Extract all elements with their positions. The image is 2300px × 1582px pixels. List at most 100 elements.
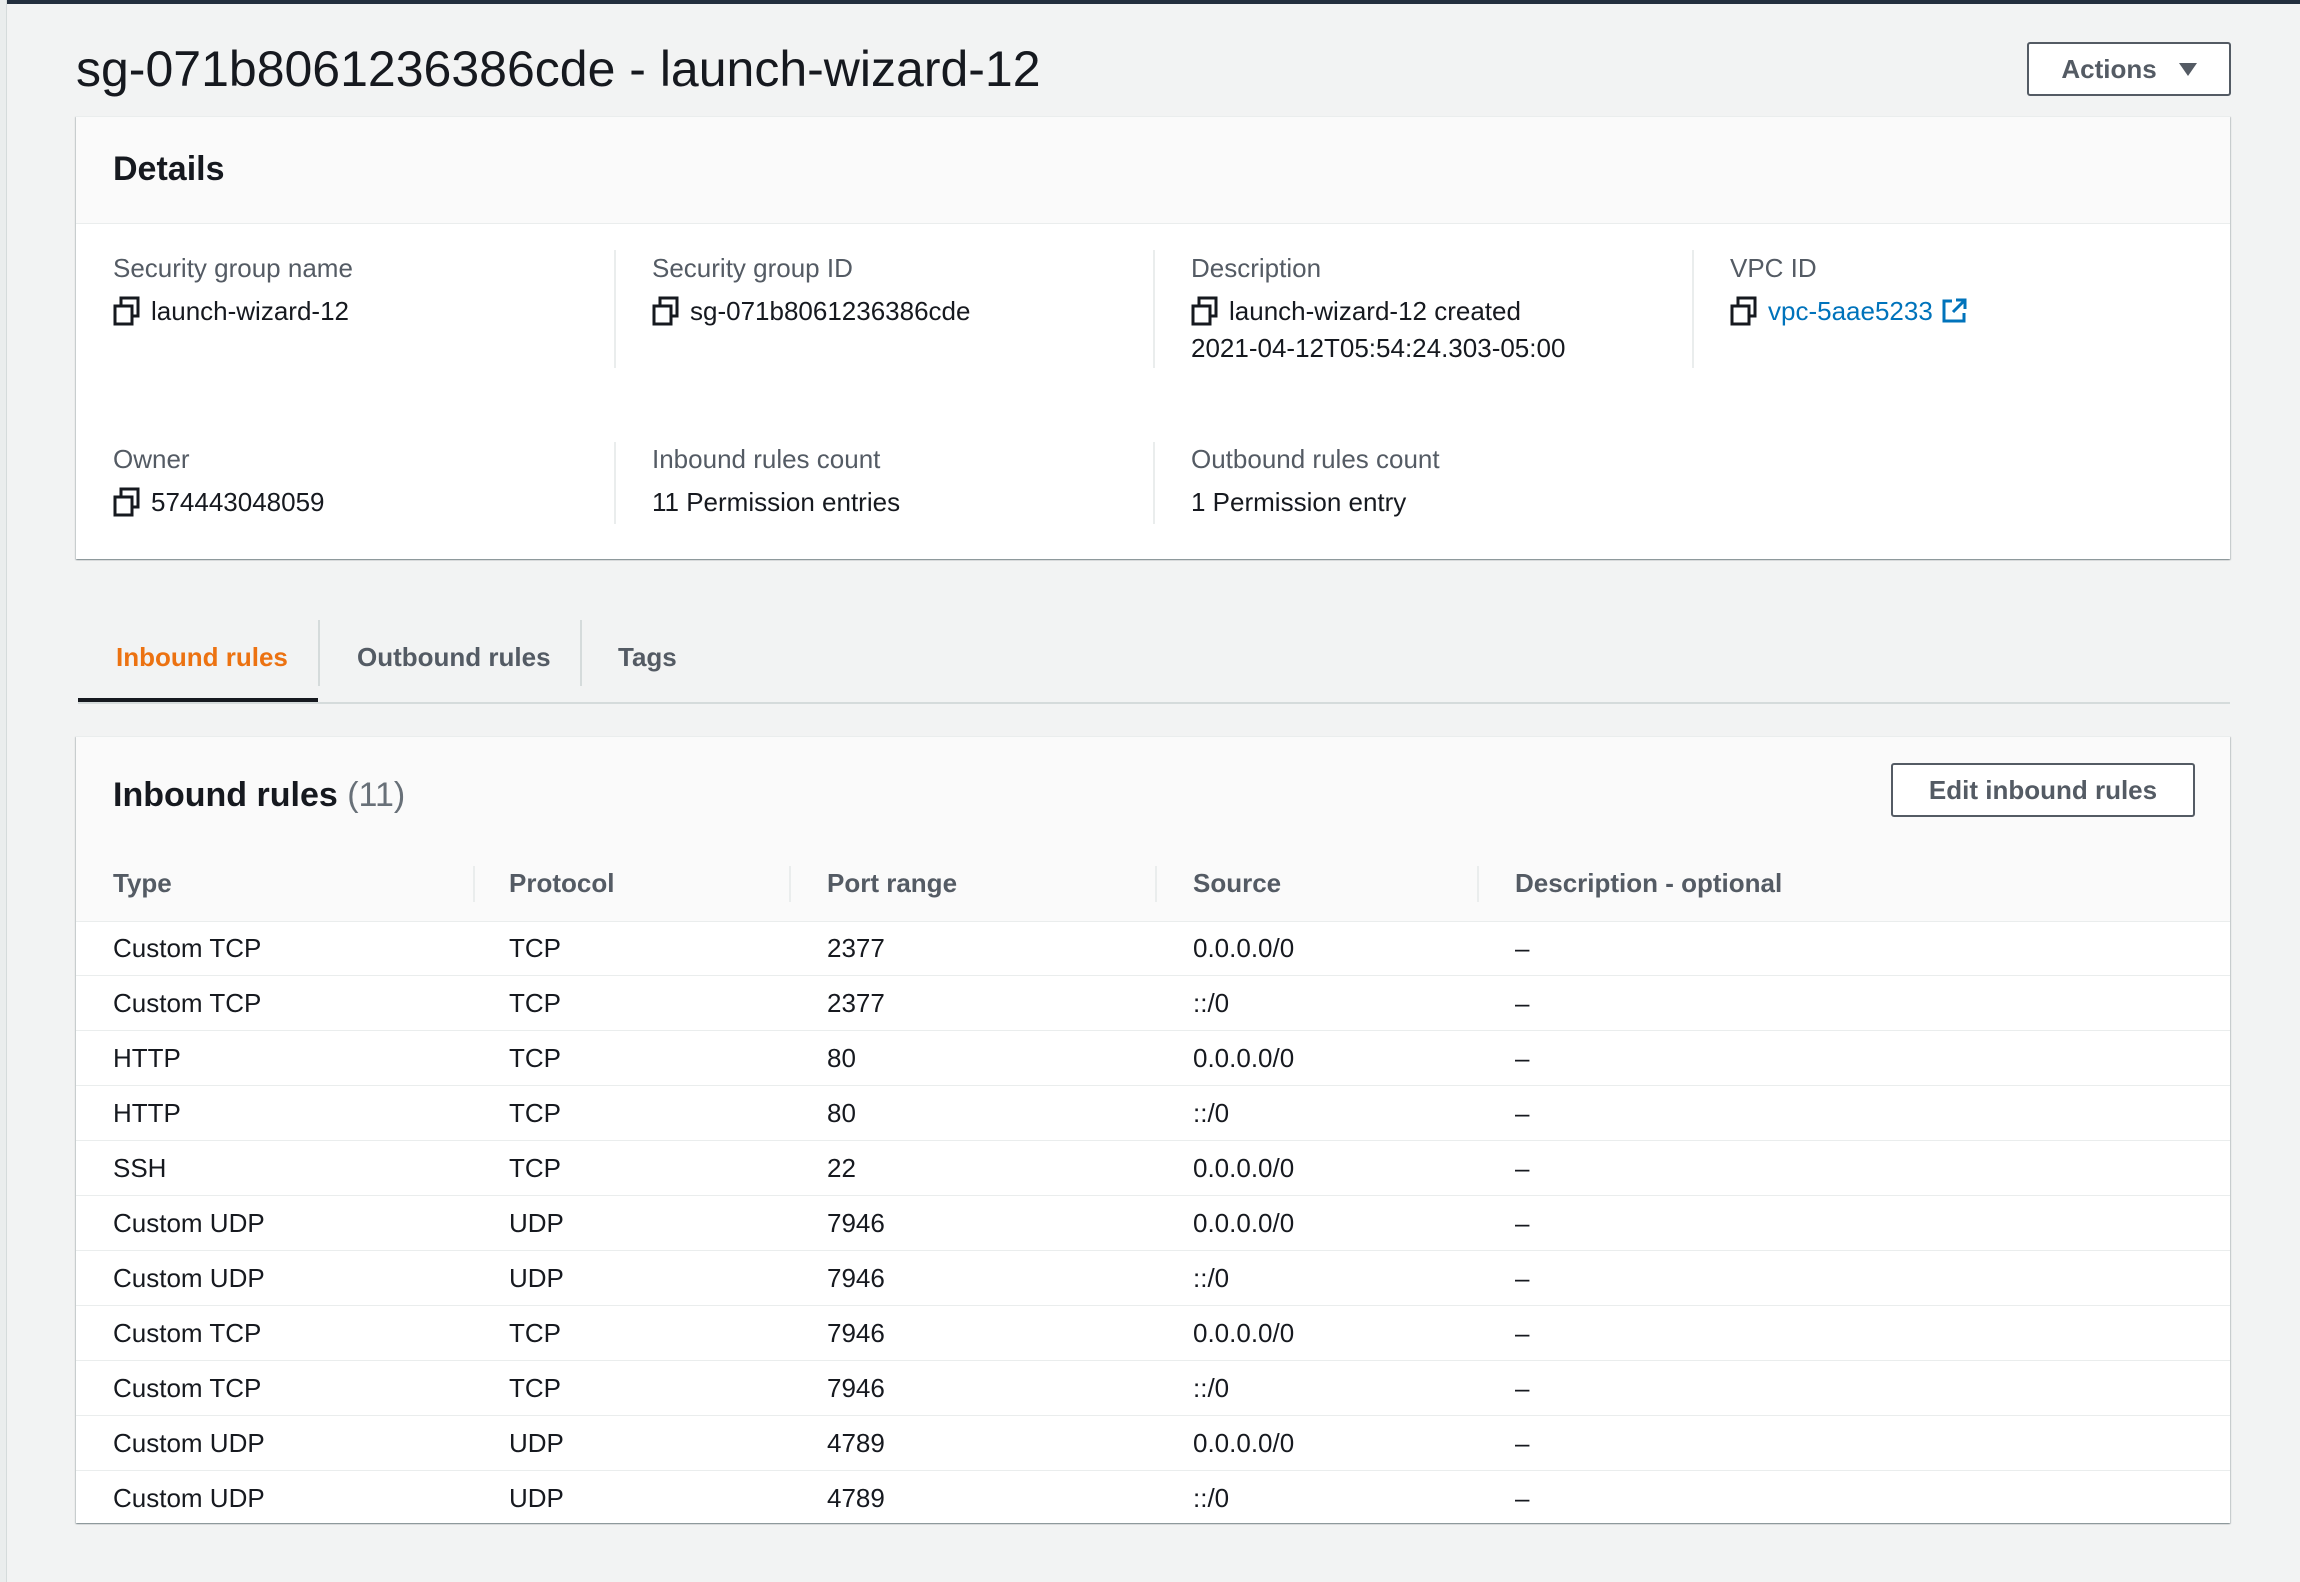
column-header-type[interactable]: Type — [113, 846, 172, 921]
cell-port-range: 80 — [827, 1042, 856, 1073]
cell-type: HTTP — [113, 1042, 181, 1073]
column-separator — [1477, 866, 1479, 902]
copy-icon[interactable] — [113, 296, 141, 326]
column-header-description[interactable]: Description - optional — [1515, 846, 1782, 921]
cell-source: 0.0.0.0/0 — [1193, 1207, 1295, 1238]
cell-source: 0.0.0.0/0 — [1193, 1042, 1295, 1073]
vpc-id-link[interactable]: vpc-5aae5233 — [1768, 293, 1933, 330]
cell-port-range: 2377 — [827, 987, 885, 1018]
cell-source: ::/0 — [1193, 1482, 1230, 1513]
cell-source: ::/0 — [1193, 1262, 1230, 1293]
cell-type: Custom UDP — [113, 1482, 265, 1513]
cell-description: – — [1515, 1482, 1530, 1513]
column-divider — [1692, 250, 1694, 368]
cell-type: Custom UDP — [113, 1207, 265, 1238]
column-divider — [1153, 442, 1155, 524]
tab-separator — [580, 620, 582, 686]
inbound-count-label: Inbound rules count — [652, 444, 881, 474]
cell-port-range: 7946 — [827, 1262, 885, 1293]
cell-type: Custom TCP — [113, 932, 262, 963]
table-row: Custom TCP TCP 2377 ::/0 – — [76, 976, 2230, 1031]
table-row: Custom UDP UDP 4789 ::/0 – — [76, 1471, 2230, 1525]
copy-icon[interactable] — [1191, 296, 1219, 326]
cell-port-range: 4789 — [827, 1427, 885, 1458]
column-header-source[interactable]: Source — [1193, 846, 1281, 921]
cell-protocol: UDP — [509, 1427, 564, 1458]
cell-source: ::/0 — [1193, 1372, 1230, 1403]
sg-name-value: launch-wizard-12 — [113, 293, 349, 330]
description-value-line2: 2021-04-12T05:54:24.303-05:00 — [1191, 330, 1565, 367]
cell-protocol: TCP — [509, 1372, 561, 1403]
cell-source: ::/0 — [1193, 987, 1230, 1018]
tab-outbound-rules[interactable]: Outbound rules — [357, 612, 551, 702]
details-header: Details — [76, 117, 2230, 224]
table-row: SSH TCP 22 0.0.0.0/0 – — [76, 1141, 2230, 1196]
cell-description: – — [1515, 1372, 1530, 1403]
cell-protocol: TCP — [509, 1042, 561, 1073]
cell-protocol: UDP — [509, 1482, 564, 1513]
cell-protocol: TCP — [509, 932, 561, 963]
tab-tags[interactable]: Tags — [618, 612, 677, 702]
cell-port-range: 7946 — [827, 1317, 885, 1348]
cell-port-range: 7946 — [827, 1207, 885, 1238]
cell-type: Custom TCP — [113, 1372, 262, 1403]
cell-protocol: UDP — [509, 1262, 564, 1293]
cell-protocol: TCP — [509, 1317, 561, 1348]
table-row: Custom TCP TCP 7946 ::/0 – — [76, 1361, 2230, 1416]
actions-button[interactable]: Actions — [2027, 42, 2231, 96]
table-row: Custom TCP TCP 7946 0.0.0.0/0 – — [76, 1306, 2230, 1361]
cell-protocol: TCP — [509, 1152, 561, 1183]
column-header-port-range[interactable]: Port range — [827, 846, 957, 921]
sg-id-value: sg-071b8061236386cde — [652, 293, 970, 330]
tab-inbound-rules[interactable]: Inbound rules — [116, 612, 288, 702]
cell-source: 0.0.0.0/0 — [1193, 1317, 1295, 1348]
description-text-line2: 2021-04-12T05:54:24.303-05:00 — [1191, 333, 1566, 363]
cell-source: 0.0.0.0/0 — [1193, 1427, 1295, 1458]
cell-protocol: TCP — [509, 987, 561, 1018]
vpc-id-label: VPC ID — [1730, 253, 1817, 283]
actions-button-label: Actions — [2061, 53, 2157, 84]
tab-separator — [318, 620, 320, 686]
description-label: Description — [1191, 253, 1322, 283]
column-separator — [1155, 866, 1157, 902]
cell-description: – — [1515, 1097, 1530, 1128]
table-row: Custom UDP UDP 7946 ::/0 – — [76, 1251, 2230, 1306]
copy-icon[interactable] — [113, 487, 141, 517]
table-row: Custom UDP UDP 7946 0.0.0.0/0 – — [76, 1196, 2230, 1251]
page-title: sg-071b8061236386cde - launch-wizard-12 — [76, 41, 1041, 97]
inbound-count-value: 11 Permission entries — [652, 487, 901, 517]
external-link-icon[interactable] — [1941, 298, 1967, 324]
side-border — [0, 0, 7, 1582]
edit-inbound-rules-button[interactable]: Edit inbound rules — [1891, 763, 2195, 817]
column-header-protocol[interactable]: Protocol — [509, 846, 614, 921]
table-row: Custom UDP UDP 4789 0.0.0.0/0 – — [76, 1416, 2230, 1471]
cell-description: – — [1515, 1207, 1530, 1238]
cell-port-range: 7946 — [827, 1372, 885, 1403]
cell-port-range: 2377 — [827, 932, 885, 963]
cell-description: – — [1515, 932, 1530, 963]
cell-type: SSH — [113, 1152, 167, 1183]
cell-type: Custom UDP — [113, 1427, 265, 1458]
table-row: HTTP TCP 80 ::/0 – — [76, 1086, 2230, 1141]
active-tab-indicator — [78, 698, 318, 702]
cell-description: – — [1515, 1317, 1530, 1348]
cell-port-range: 80 — [827, 1097, 856, 1128]
vpc-id-value: vpc-5aae5233 — [1730, 293, 1967, 330]
cell-source: ::/0 — [1193, 1097, 1230, 1128]
details-panel: Details Security group name launch-wizar… — [76, 116, 2230, 559]
owner-text: 574443048059 — [151, 487, 325, 517]
owner-label: Owner — [113, 444, 190, 474]
outbound-count-label: Outbound rules count — [1191, 444, 1440, 474]
inbound-rules-heading: Inbound rules (11) — [113, 773, 405, 817]
tab-bar: Inbound rules Outbound rules Tags — [78, 612, 2230, 704]
copy-icon[interactable] — [1730, 296, 1758, 326]
table-row: Custom TCP TCP 2377 0.0.0.0/0 – — [76, 921, 2230, 976]
column-divider — [614, 250, 616, 368]
column-separator — [789, 866, 791, 902]
cell-description: – — [1515, 1042, 1530, 1073]
copy-icon[interactable] — [652, 296, 680, 326]
cell-port-range: 22 — [827, 1152, 856, 1183]
cell-description: – — [1515, 1262, 1530, 1293]
details-heading: Details — [113, 150, 225, 188]
cell-type: HTTP — [113, 1097, 181, 1128]
